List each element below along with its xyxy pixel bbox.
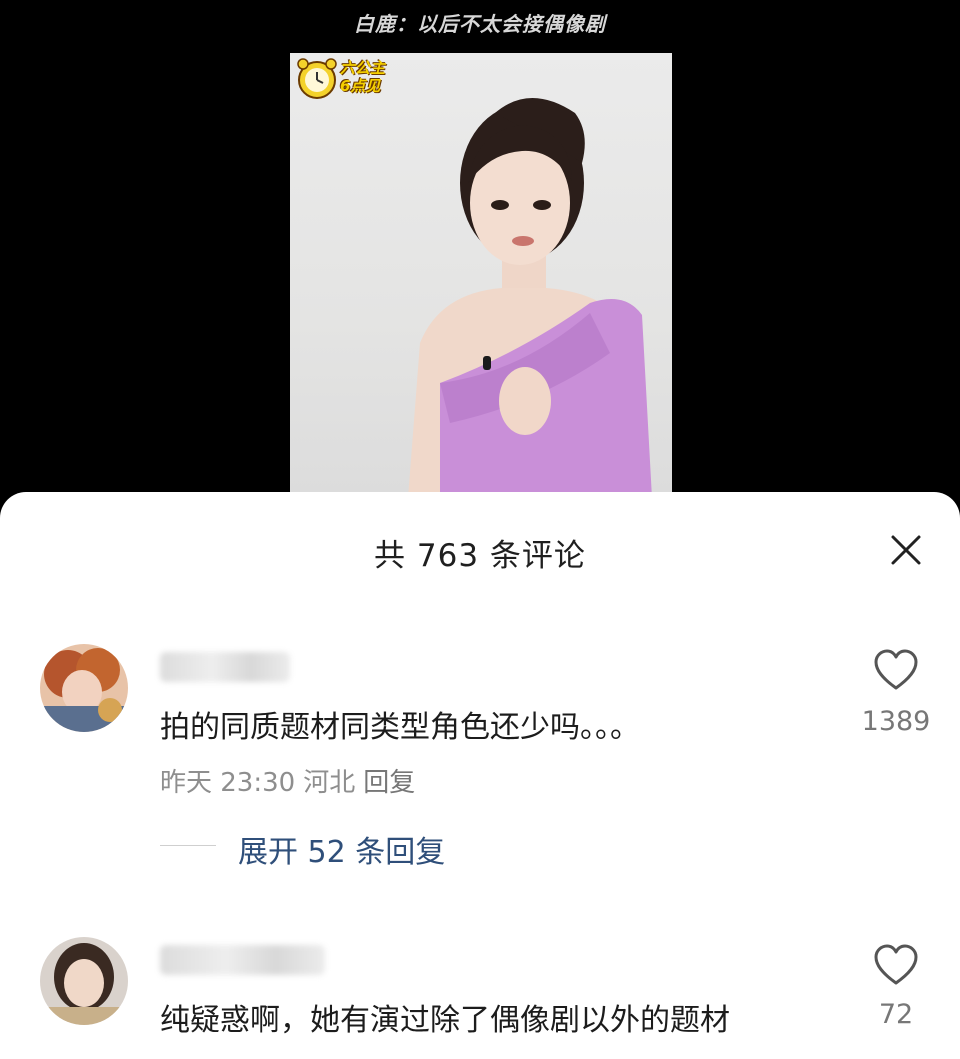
badge-line-1: 六公主 xyxy=(340,59,386,77)
badge-line-2: 6点见 xyxy=(340,77,381,95)
comment-time: 昨天 23:30 xyxy=(160,768,296,798)
avatar[interactable] xyxy=(40,644,128,732)
alarm-clock-icon xyxy=(297,58,337,99)
heart-icon[interactable] xyxy=(872,943,920,987)
like-count: 1389 xyxy=(861,706,931,737)
username[interactable] xyxy=(160,945,325,975)
video-caption: 白鹿：以后不太会接偶像剧 xyxy=(354,12,606,36)
comment-text: 纯疑惑啊，她有演过除了偶像剧以外的题材 xyxy=(160,1003,730,1038)
comments-count-title: 共 763 条评论 xyxy=(374,538,586,574)
reply-button[interactable]: 回复 xyxy=(363,768,415,798)
video-still-image xyxy=(297,58,652,498)
expand-replies-button[interactable]: 展开 52 条回复 xyxy=(238,827,445,871)
channel-badge: 六公主 6点见 xyxy=(340,59,385,95)
username[interactable] xyxy=(160,652,290,682)
close-icon xyxy=(891,535,921,565)
comment-text: 拍的同质题材同类型角色还少吗。。。 xyxy=(160,710,640,745)
heart-icon[interactable] xyxy=(872,648,920,692)
comment-meta: 昨天 23:30 河北 回复 xyxy=(160,762,423,799)
like-count: 72 xyxy=(878,999,914,1030)
video-frame[interactable]: 六公主 6点见 xyxy=(290,53,672,498)
close-button[interactable] xyxy=(888,532,924,568)
comment-location: 河北 xyxy=(303,768,356,798)
video-player[interactable]: 白鹿：以后不太会接偶像剧 六公主 6点见 xyxy=(0,0,960,520)
avatar[interactable] xyxy=(40,937,128,1025)
expand-divider xyxy=(160,845,216,846)
comments-sheet: 共 763 条评论 拍的同质题材同类型角色还少吗。。。 昨天 23:30 河北 回复 xyxy=(0,492,960,1059)
